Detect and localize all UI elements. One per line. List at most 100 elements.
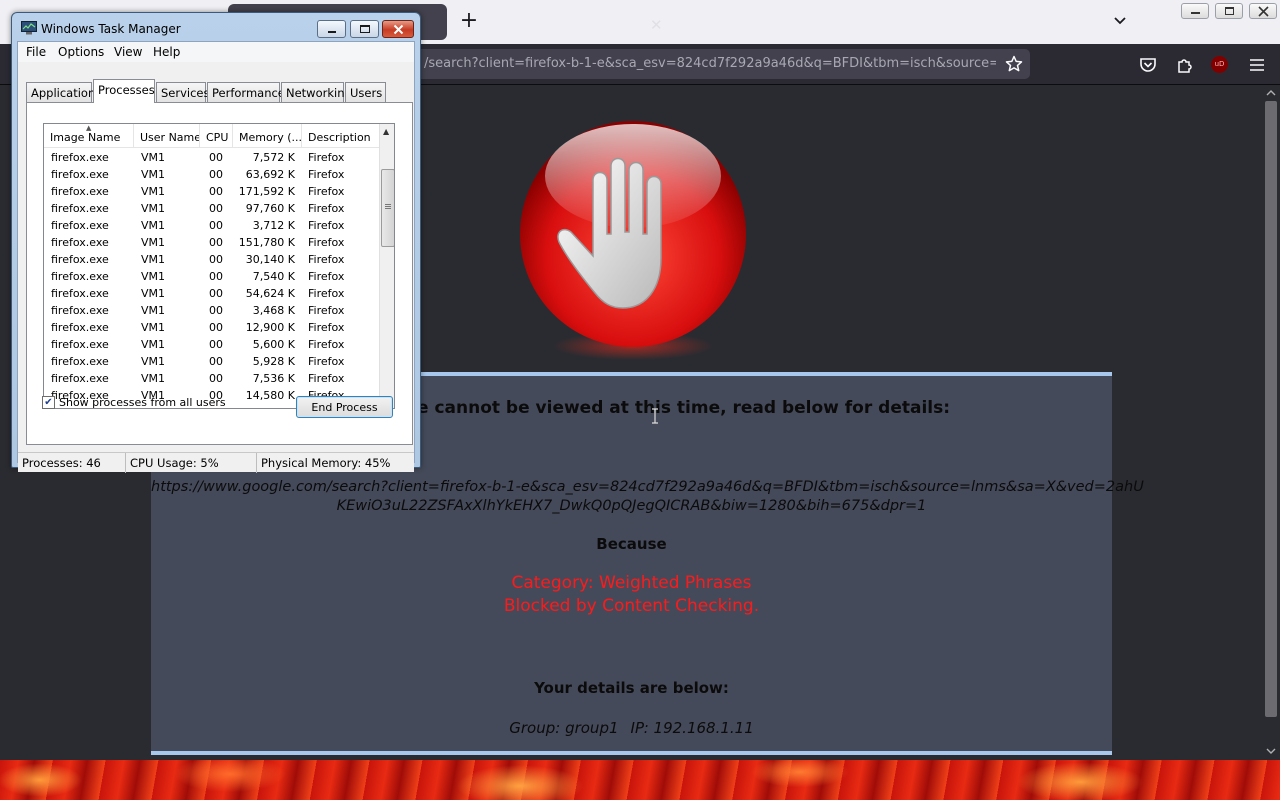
process-memory: 97,760 K [245,202,295,215]
process-row[interactable]: firefox.exe VM1 00 97,760 K Firefox [44,200,379,217]
stop-hand-icon [520,121,746,360]
process-row[interactable]: firefox.exe VM1 00 3,712 K Firefox [44,217,379,234]
process-user-name: VM1 [141,185,166,198]
process-memory: 54,624 K [245,287,295,300]
menu-options[interactable]: Options [58,45,104,59]
group-value: Group: group1 [509,719,619,737]
process-row[interactable]: firefox.exe VM1 00 54,624 K Firefox [44,285,379,302]
task-manager-maximize-button[interactable] [350,20,379,38]
ublock-origin-icon[interactable]: uD [1211,56,1228,73]
process-memory: 7,536 K [252,372,295,385]
process-row[interactable]: firefox.exe VM1 00 5,928 K Firefox [44,353,379,370]
process-description: Firefox [308,372,345,385]
process-user-name: VM1 [141,338,166,351]
pocket-icon[interactable] [1139,56,1157,74]
text-cursor-icon [652,408,658,424]
address-bar[interactable]: /search?client=firefox-b-1-e&sca_esv=824… [402,49,1030,79]
blocked-url-line-2: KEwiO3uL22ZSFAxXlhYkEHX7_DwkQ0pQJegQICRA… [336,498,927,514]
process-user-name: VM1 [141,151,166,164]
process-memory: 151,780 K [238,236,295,249]
process-memory: 171,592 K [238,185,295,198]
menu-help[interactable]: Help [153,45,180,59]
status-cpu-usage: CPU Usage: 5% [126,453,257,473]
process-row[interactable]: firefox.exe VM1 00 171,592 K Firefox [44,183,379,200]
process-image-name: firefox.exe [51,287,109,300]
show-all-users-checkbox[interactable]: ✔ [42,396,55,409]
process-cpu: 00 [209,338,223,351]
process-list-header: ▲ Image Name User Name CPU Memory (... D… [44,124,379,148]
process-row[interactable]: firefox.exe VM1 00 7,536 K Firefox [44,370,379,387]
tab-applications[interactable]: Applications [26,82,101,102]
task-manager-window[interactable]: Windows Task Manager File Options View H… [11,12,421,473]
process-row[interactable]: firefox.exe VM1 00 63,692 K Firefox [44,166,379,183]
process-memory: 3,712 K [252,219,295,232]
scroll-down-arrow-icon[interactable] [1266,747,1276,755]
restore-window-button[interactable] [1215,3,1243,19]
tab-performance[interactable]: Performance [207,82,285,102]
process-list[interactable]: ▲ Image Name User Name CPU Memory (... D… [43,123,395,409]
tab-processes[interactable]: Processes [93,79,155,103]
process-description: Firefox [308,185,345,198]
page-scrollbar[interactable] [1262,85,1280,760]
process-user-name: VM1 [141,372,166,385]
list-all-tabs-icon[interactable] [1112,12,1128,28]
end-process-button[interactable]: End Process [296,396,393,418]
column-image-name[interactable]: ▲ Image Name [44,124,134,148]
tab-services[interactable]: Services [156,82,210,102]
process-row[interactable]: firefox.exe VM1 00 7,572 K Firefox [44,149,379,166]
process-cpu: 00 [209,321,223,334]
process-image-name: firefox.exe [51,236,109,249]
status-processes: Processes: 46 [18,453,126,473]
process-user-name: VM1 [141,236,166,249]
column-description[interactable]: Description [302,124,379,148]
because-label: Because [596,535,667,553]
process-image-name: firefox.exe [51,219,109,232]
process-row[interactable]: firefox.exe VM1 00 3,468 K Firefox [44,302,379,319]
page-scrollbar-thumb[interactable] [1265,101,1277,717]
task-manager-body: File Options View Help Applications Proc… [17,41,415,473]
close-icon [1258,6,1269,17]
column-memory[interactable]: Memory (... [233,124,302,148]
process-cpu: 00 [209,304,223,317]
menu-file[interactable]: File [26,45,46,59]
process-cpu: 00 [209,185,223,198]
scroll-up-arrow-icon[interactable] [1266,89,1276,97]
minimize-window-button[interactable] [1181,3,1209,19]
process-user-name: VM1 [141,321,166,334]
process-row[interactable]: firefox.exe VM1 00 12,900 K Firefox [44,319,379,336]
process-description: Firefox [308,219,345,232]
process-row[interactable]: firefox.exe VM1 00 7,540 K Firefox [44,268,379,285]
process-memory: 5,928 K [252,355,295,368]
tab-networking[interactable]: Networking [281,82,352,102]
process-description: Firefox [308,321,345,334]
close-window-button[interactable] [1249,3,1277,19]
process-description: Firefox [308,253,345,266]
column-cpu[interactable]: CPU [200,124,233,148]
url-text[interactable]: /search?client=firefox-b-1-e&sca_esv=824… [424,56,996,71]
task-manager-minimize-button[interactable] [317,20,346,38]
column-user-name[interactable]: User Name [134,124,200,148]
process-row[interactable]: firefox.exe VM1 00 5,600 K Firefox [44,336,379,353]
process-description: Firefox [308,270,345,283]
process-image-name: firefox.exe [51,355,109,368]
scroll-up-arrow-icon[interactable]: ▲ [383,127,389,136]
app-menu-hamburger-icon[interactable] [1248,56,1266,74]
process-list-scrollbar[interactable]: ▲ ▼ [379,124,394,408]
new-tab-button[interactable]: + [458,7,480,35]
user-details: Group: group1 IP: 192.168.1.11 [151,719,1112,737]
bookmark-star-icon[interactable] [1005,55,1023,73]
process-row[interactable]: firefox.exe VM1 00 151,780 K Firefox [44,234,379,251]
extensions-puzzle-icon[interactable] [1176,56,1194,74]
task-manager-close-button[interactable] [382,20,414,38]
process-user-name: VM1 [141,219,166,232]
process-user-name: VM1 [141,168,166,181]
process-row[interactable]: firefox.exe VM1 00 30,140 K Firefox [44,251,379,268]
tab-users[interactable]: Users [345,82,386,102]
menu-view[interactable]: View [114,45,142,59]
process-memory: 5,600 K [252,338,295,351]
process-list-scroll-thumb[interactable] [381,169,394,247]
desktop-wallpaper [0,760,1280,800]
blocked-url: https://www.google.com/search?client=fir… [151,478,1144,516]
process-memory: 7,572 K [252,151,295,164]
tab-close-icon[interactable]: ✕ [650,16,663,34]
